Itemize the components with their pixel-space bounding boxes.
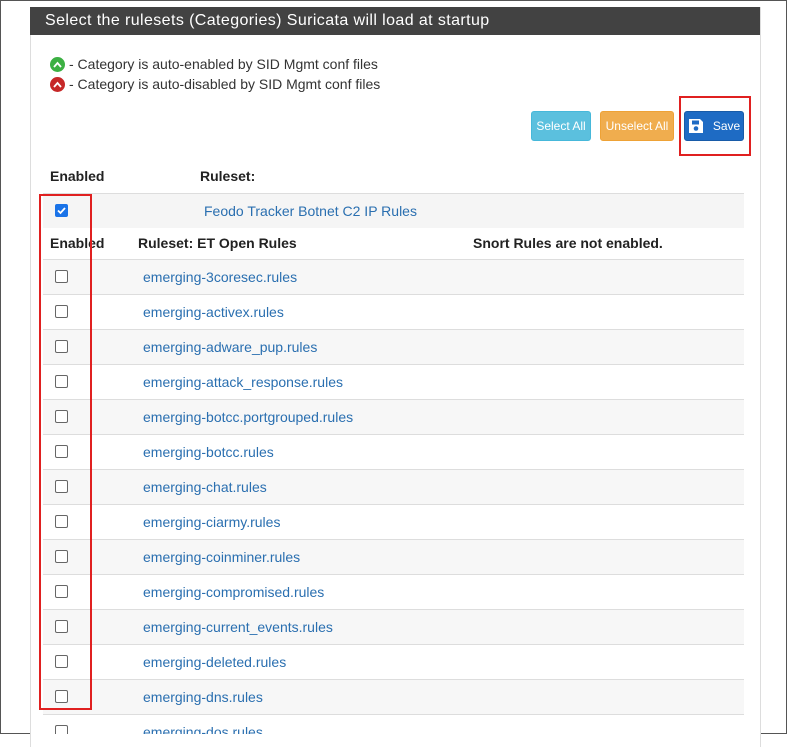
rule-checkbox[interactable] — [55, 690, 68, 703]
rule-link[interactable]: emerging-dns.rules — [143, 680, 263, 714]
rule-row: emerging-compromised.rules — [43, 574, 744, 609]
rule-row: emerging-current_events.rules — [43, 609, 744, 644]
rule-link[interactable]: emerging-botcc.rules — [143, 435, 274, 469]
rule-checkbox[interactable] — [55, 480, 68, 493]
rule-checkbox[interactable] — [55, 550, 68, 563]
chevron-up-icon — [50, 76, 65, 92]
rule-link[interactable]: emerging-current_events.rules — [143, 610, 333, 644]
feodo-rule-row: Feodo Tracker Botnet C2 IP Rules — [43, 193, 744, 228]
save-label: Save — [712, 119, 741, 133]
rule-row: emerging-attack_response.rules — [43, 364, 744, 399]
rule-link[interactable]: emerging-adware_pup.rules — [143, 330, 317, 364]
rule-link[interactable]: emerging-attack_response.rules — [143, 365, 343, 399]
rule-checkbox[interactable] — [55, 620, 68, 633]
rule-row: emerging-coinminer.rules — [43, 539, 744, 574]
rule-link[interactable]: emerging-ciarmy.rules — [143, 505, 280, 539]
rule-row: emerging-botcc.portgrouped.rules — [43, 399, 744, 434]
chevron-up-icon — [50, 56, 65, 72]
unselect-all-button[interactable]: Unselect All — [600, 111, 674, 141]
rule-link[interactable]: emerging-activex.rules — [143, 295, 284, 329]
select-all-button[interactable]: Select All — [531, 111, 591, 141]
rule-row: emerging-botcc.rules — [43, 434, 744, 469]
rule-link[interactable]: emerging-coinminer.rules — [143, 540, 300, 574]
feodo-rule-checkbox[interactable] — [55, 204, 68, 217]
legend-auto-disabled: - Category is auto-disabled by SID Mgmt … — [50, 75, 380, 93]
save-button[interactable]: Save — [684, 111, 744, 141]
rule-row: emerging-adware_pup.rules — [43, 329, 744, 364]
rule-link[interactable]: emerging-botcc.portgrouped.rules — [143, 400, 353, 434]
rule-row: emerging-activex.rules — [43, 294, 744, 329]
legend-enabled-text: - Category is auto-enabled by SID Mgmt c… — [69, 56, 378, 72]
rule-row: emerging-dos.rules — [43, 714, 744, 734]
snort-rules-note: Snort Rules are not enabled. — [473, 235, 663, 251]
feodo-enabled-header: Enabled — [50, 168, 105, 184]
rule-checkbox[interactable] — [55, 655, 68, 668]
legend-auto-enabled: - Category is auto-enabled by SID Mgmt c… — [50, 55, 378, 73]
et-enabled-header: Enabled — [50, 235, 105, 251]
legend-disabled-text: - Category is auto-disabled by SID Mgmt … — [69, 76, 381, 92]
rule-checkbox[interactable] — [55, 270, 68, 283]
panel-title: Select the rulesets (Categories) Suricat… — [30, 7, 760, 35]
rule-row: emerging-3coresec.rules — [43, 259, 744, 294]
rule-link[interactable]: emerging-compromised.rules — [143, 575, 324, 609]
et-ruleset-header: Ruleset: ET Open Rules — [138, 235, 297, 251]
rule-checkbox[interactable] — [55, 585, 68, 598]
feodo-ruleset-header: Ruleset: — [200, 168, 256, 184]
feodo-rule-link[interactable]: Feodo Tracker Botnet C2 IP Rules — [204, 194, 417, 228]
rule-row: emerging-chat.rules — [43, 469, 744, 504]
rule-checkbox[interactable] — [55, 375, 68, 388]
rule-checkbox[interactable] — [55, 340, 68, 353]
rule-row: emerging-ciarmy.rules — [43, 504, 744, 539]
rule-checkbox[interactable] — [55, 515, 68, 528]
rule-checkbox[interactable] — [55, 725, 68, 734]
rule-link[interactable]: emerging-3coresec.rules — [143, 260, 297, 294]
rule-checkbox[interactable] — [55, 410, 68, 423]
rule-checkbox[interactable] — [55, 445, 68, 458]
rule-row: emerging-deleted.rules — [43, 644, 744, 679]
floppy-disk-icon — [688, 119, 703, 133]
rule-checkbox[interactable] — [55, 305, 68, 318]
rule-link[interactable]: emerging-chat.rules — [143, 470, 267, 504]
rule-link[interactable]: emerging-deleted.rules — [143, 645, 286, 679]
rule-link[interactable]: emerging-dos.rules — [143, 715, 263, 734]
rule-row: emerging-dns.rules — [43, 679, 744, 714]
